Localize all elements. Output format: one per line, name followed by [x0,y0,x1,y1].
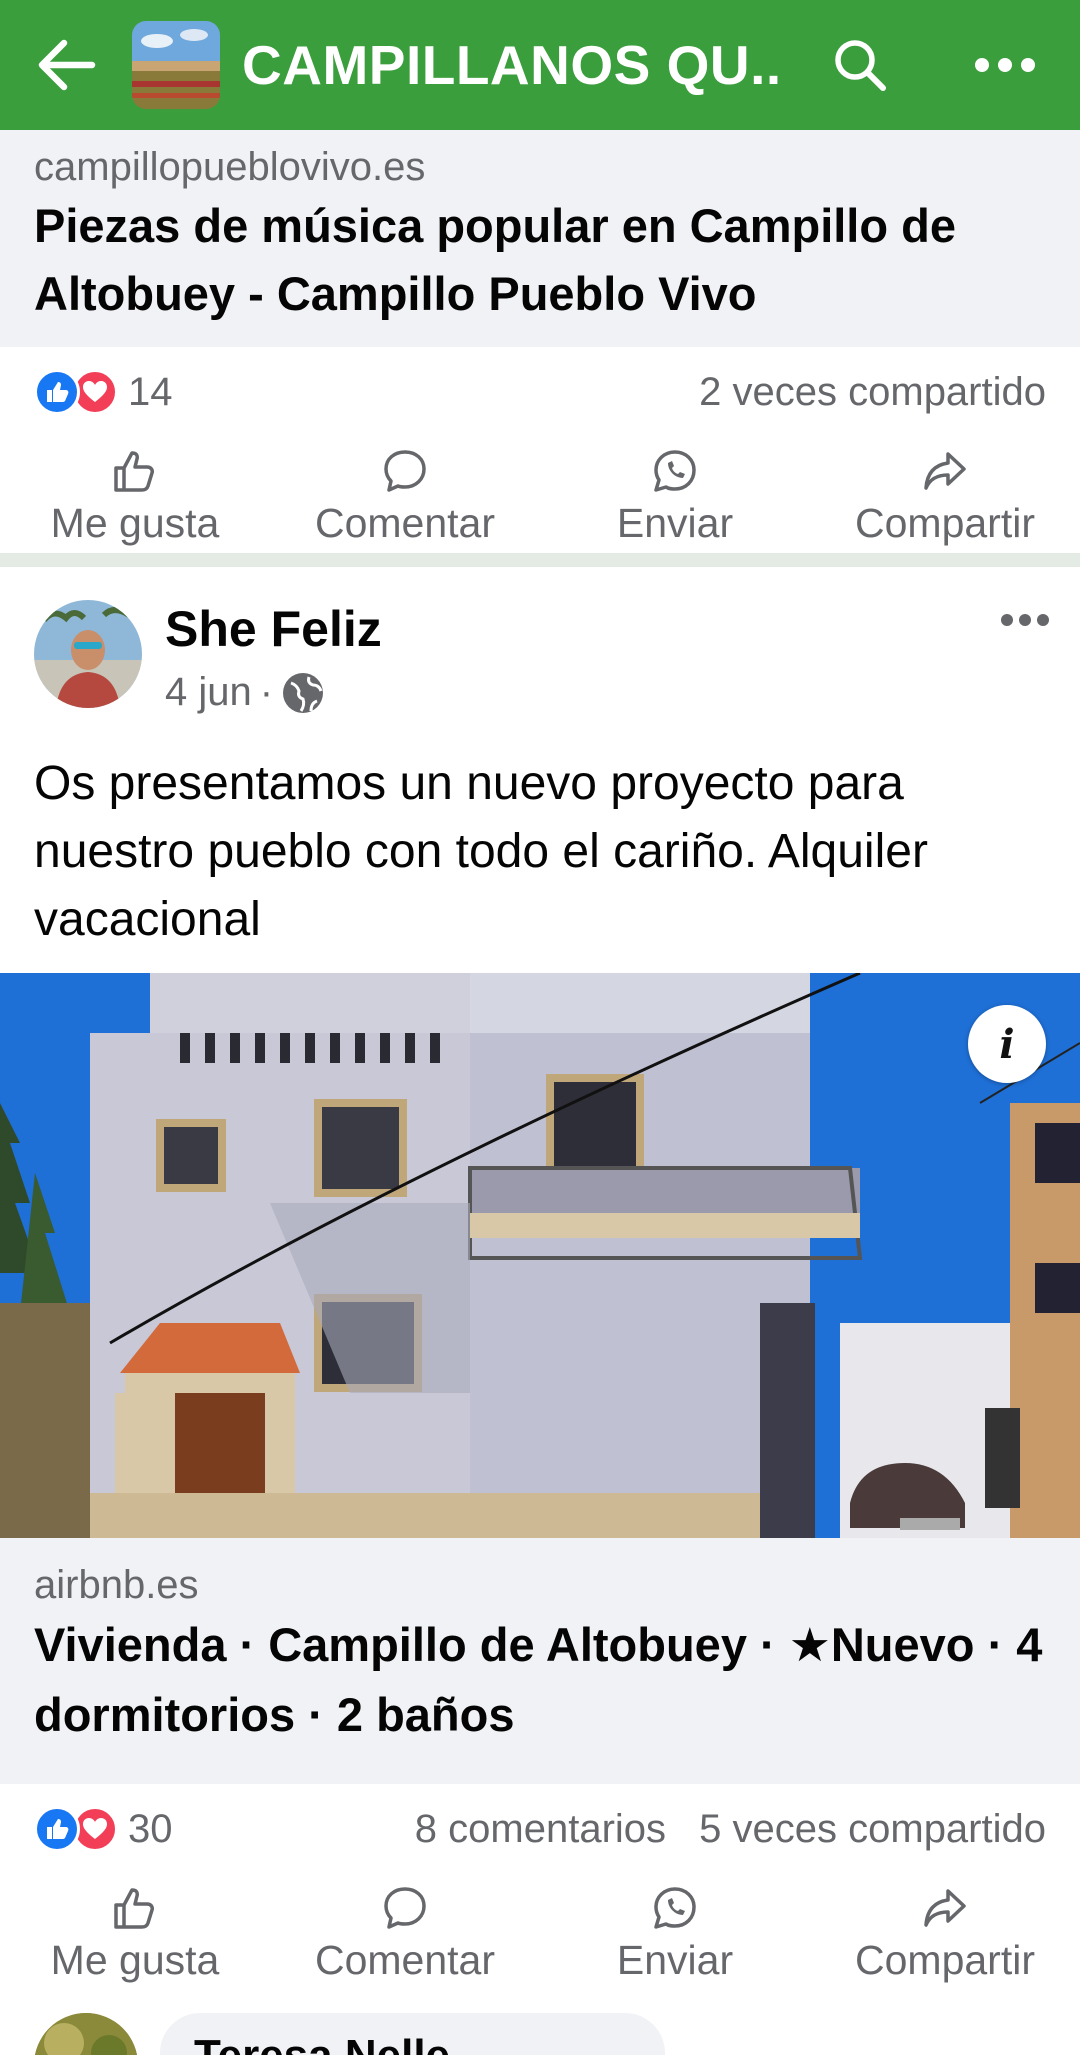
post-divider [0,553,1080,567]
link-preview[interactable]: airbnb.es Vivienda · Campillo de Altobue… [0,1538,1080,1784]
send-whatsapp-button[interactable]: Enviar [540,437,810,557]
link-domain: airbnb.es [34,1563,199,1607]
share-arrow-icon [924,451,966,490]
link-domain: campillopueblovivo.es [34,145,426,189]
like-button[interactable]: Me gusta [0,437,270,557]
send-label: Enviar [616,499,734,546]
post-photo[interactable] [0,973,1080,1538]
info-button[interactable]: i [968,1005,1046,1083]
comment-button[interactable]: Comentar [270,437,540,557]
post-author[interactable]: She Feliz [165,600,382,658]
comment-icon [384,1886,426,1929]
comment-label: Comentar [314,1936,495,1983]
share-button[interactable]: Compartir [810,437,1080,557]
group-header: CAMPILLANOS QU... [0,0,1080,130]
reaction-count: 30 [128,1806,173,1851]
post-stats: 30 8 comentarios 5 veces compartido [0,1784,1080,1874]
share-count[interactable]: 2 veces compartido [699,370,1046,414]
post-actions: Me gusta Comentar Enviar Compartir [0,1874,1080,1994]
like-label: Me gusta [50,499,220,546]
share-arrow-icon [924,1888,966,1927]
group-title[interactable]: CAMPILLANOS QU... [242,33,782,97]
post-text: Os presentamos un nuevo proyecto para nu… [34,757,928,946]
comment-label: Comentar [314,499,495,546]
post-actions: Me gusta Comentar Enviar Compartir [0,437,1080,557]
thumbs-up-icon [114,450,154,492]
back-button[interactable] [0,0,130,130]
search-button[interactable] [825,30,895,100]
link-title: Vivienda · Campillo de Altobuey · ★Nuevo… [34,1618,1043,1741]
send-label: Enviar [616,1936,734,1983]
comment-button[interactable]: Comentar [270,1874,540,1994]
comment-bubble[interactable]: Teresa Nelle [160,2013,665,2055]
comment-icon [384,449,426,492]
share-label: Compartir [855,499,1035,546]
post-date[interactable]: 4 jun [165,670,252,715]
share-label: Compartir [855,1936,1035,1983]
whatsapp-icon [654,1886,696,1929]
arrow-left-icon [38,39,96,91]
link-preview[interactable]: campillopueblovivo.es Piezas de música p… [0,130,1080,347]
reaction-count: 14 [128,369,173,414]
like-reaction-icon [34,369,80,415]
post-stats: 14 2 veces compartido [0,347,1080,437]
whatsapp-icon [654,449,696,492]
commenter-avatar[interactable] [34,2013,138,2055]
post-options-button[interactable] [990,600,1060,640]
like-label: Me gusta [50,1936,220,1983]
meta-separator: · [259,670,274,714]
commenter-name[interactable]: Teresa Nelle [194,2031,631,2055]
search-icon [835,40,886,91]
reactions-summary[interactable]: 14 [34,369,173,415]
globe-icon [283,672,324,713]
send-whatsapp-button[interactable]: Enviar [540,1874,810,1994]
like-button[interactable]: Me gusta [0,1874,270,1994]
group-thumbnail[interactable] [132,21,220,109]
share-button[interactable]: Compartir [810,1874,1080,1994]
more-horizontal-icon [1001,614,1049,626]
comment-count[interactable]: 8 comentarios [415,1807,666,1851]
post-meta: 4 jun · [165,670,325,715]
thumbs-up-icon [114,1887,154,1929]
share-count[interactable]: 5 veces compartido [699,1807,1046,1851]
more-options-button[interactable] [965,30,1045,100]
more-horizontal-icon [975,58,1035,72]
reactions-summary[interactable]: 30 [34,1806,173,1852]
like-reaction-icon [34,1806,80,1852]
link-title: Piezas de música popular en Campillo de … [34,199,956,320]
avatar[interactable] [34,600,142,708]
